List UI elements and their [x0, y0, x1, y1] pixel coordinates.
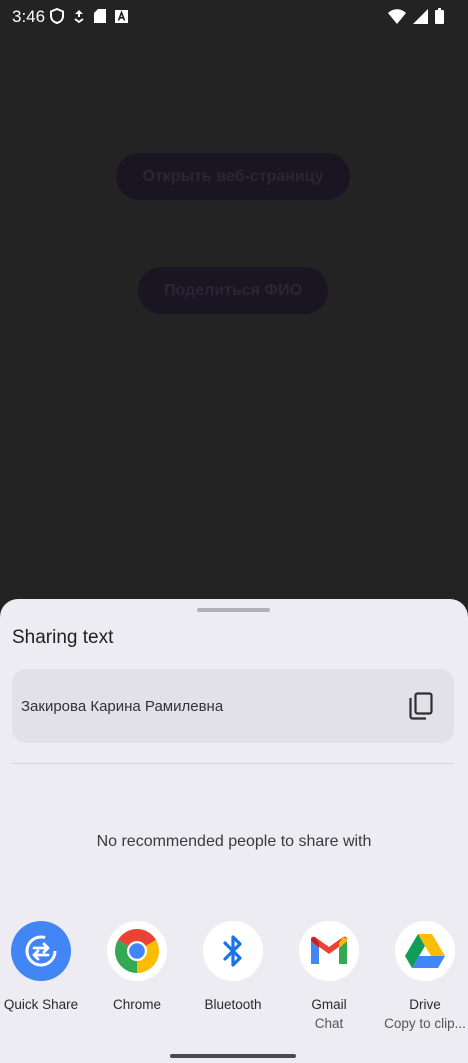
no-recommended-people-message: No recommended people to share with — [96, 833, 372, 850]
share-target-chrome[interactable]: Chrome — [89, 921, 185, 1014]
status-icons-right — [388, 8, 444, 24]
share-target-sublabel: Copy to clip... — [384, 1016, 466, 1031]
copy-icon — [409, 692, 433, 720]
signal-icon — [413, 8, 428, 24]
status-bar: 3:46 — [0, 0, 468, 34]
app-content: Открыть веб-страницу Поделиться ФИО — [0, 34, 468, 600]
chrome-icon — [107, 921, 167, 981]
status-time: 3:46 — [12, 7, 46, 26]
shield-icon — [50, 8, 64, 24]
share-target-label: Drive — [409, 997, 441, 1012]
wifi-icon — [388, 8, 406, 24]
share-target-quick-share[interactable]: Quick Share — [0, 921, 89, 1014]
drive-icon — [395, 921, 455, 981]
share-target-bluetooth[interactable]: Bluetooth — [185, 921, 281, 1014]
share-target-label: Bluetooth — [204, 997, 262, 1012]
navigation-handle[interactable] — [170, 1054, 296, 1058]
keyboard-a-icon — [115, 9, 128, 23]
sd-card-icon — [94, 9, 106, 23]
share-target-sublabel: Chat — [314, 1016, 344, 1031]
shared-text: Закирова Карина Рамилевна — [21, 698, 224, 715]
share-target-gmail[interactable]: Gmail Chat — [281, 921, 377, 1033]
share-target-label: Quick Share — [3, 997, 79, 1012]
sheet-title: Sharing text — [12, 627, 114, 648]
gmail-icon — [299, 921, 359, 981]
copy-button[interactable] — [408, 692, 434, 720]
share-target-label: Gmail — [311, 997, 347, 1012]
bluetooth-icon — [203, 921, 263, 981]
share-targets: Quick Share Chrome Bluetooth Gmail Chat … — [0, 921, 468, 1041]
drag-handle[interactable] — [197, 608, 270, 612]
divider — [12, 763, 454, 764]
share-name-button[interactable]: Поделиться ФИО — [138, 267, 328, 314]
status-icons-left — [50, 8, 128, 24]
share-target-label: Chrome — [112, 997, 161, 1012]
open-web-page-button[interactable]: Открыть веб-страницу — [116, 153, 350, 200]
data-saver-icon — [74, 10, 84, 23]
share-sheet: Sharing text Закирова Карина Рамилевна N… — [0, 599, 468, 1063]
share-target-drive[interactable]: Drive Copy to clip... — [377, 921, 468, 1033]
shared-text-card: Закирова Карина Рамилевна — [12, 669, 454, 743]
quick-share-icon — [11, 921, 71, 981]
battery-icon — [435, 8, 444, 24]
